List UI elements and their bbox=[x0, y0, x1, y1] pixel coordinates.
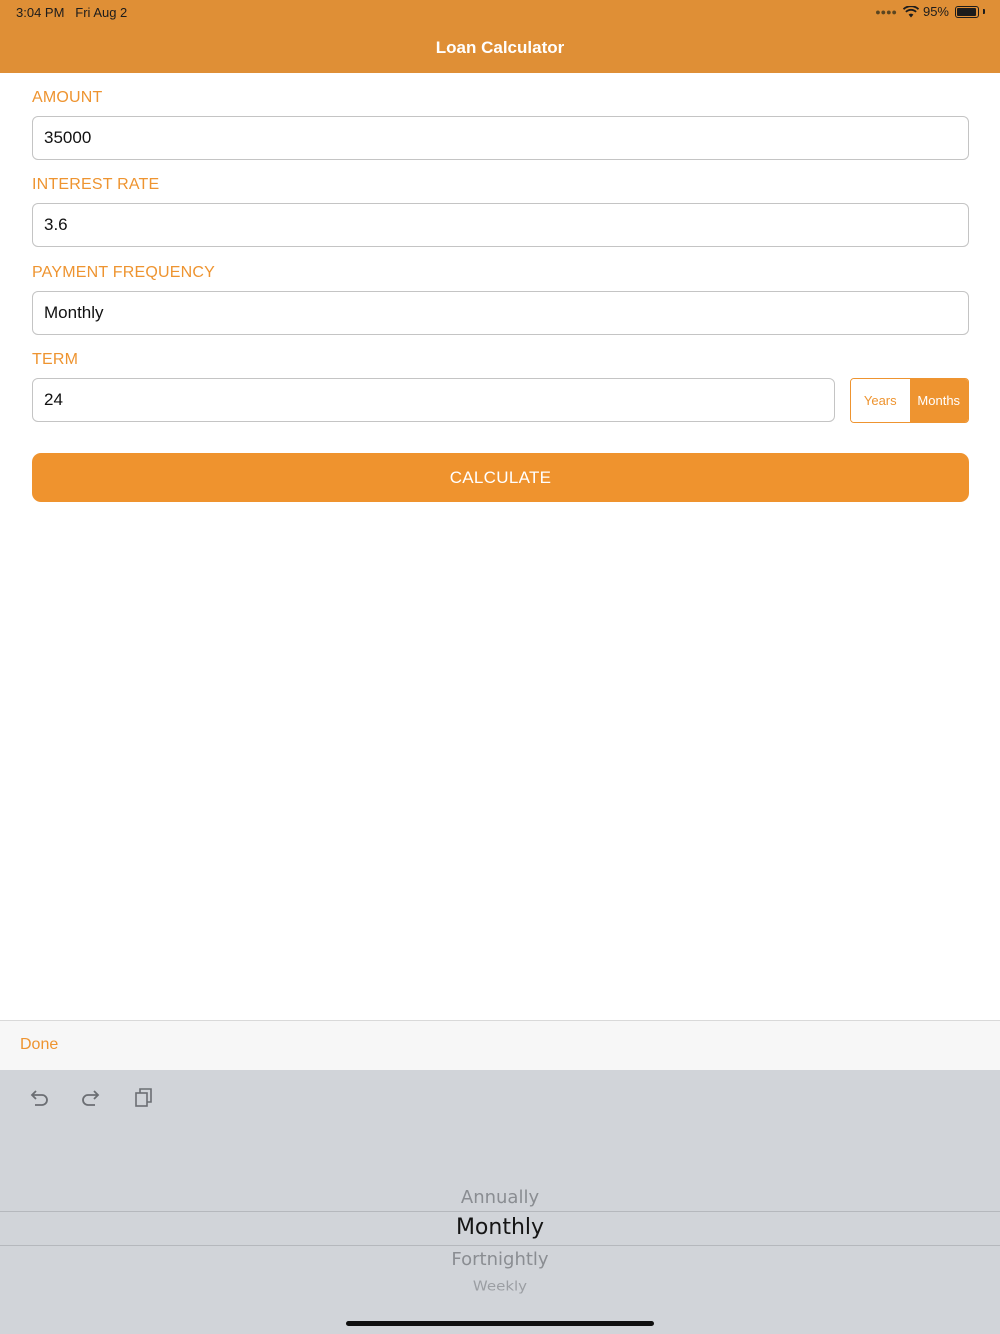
interest-rate-input[interactable]: 3.6 bbox=[32, 203, 969, 247]
wifi-icon bbox=[902, 5, 919, 17]
interest-rate-label: INTEREST RATE bbox=[32, 176, 160, 193]
battery-percent: 95% bbox=[922, 4, 949, 19]
payment-frequency-label: PAYMENT FREQUENCY bbox=[32, 264, 215, 281]
term-input[interactable]: 24 bbox=[32, 378, 835, 422]
amount-label: AMOUNT bbox=[32, 89, 103, 106]
cellular-dots-icon: ●●●● bbox=[875, 6, 897, 17]
calculate-button[interactable]: CALCULATE bbox=[32, 453, 969, 502]
picker-selection-top-line bbox=[0, 1211, 1000, 1212]
done-button[interactable]: Done bbox=[20, 1036, 58, 1054]
picker-item-weekly[interactable]: Weekly bbox=[0, 1278, 1000, 1294]
term-label: TERM bbox=[32, 351, 79, 368]
term-unit-segmented-control: Years Months bbox=[850, 378, 969, 423]
picker-item-fortnightly[interactable]: Fortnightly bbox=[0, 1249, 1000, 1270]
status-time: 3:04 PM Fri Aug 2 bbox=[16, 5, 128, 20]
segment-years[interactable]: Years bbox=[851, 379, 910, 422]
segment-months[interactable]: Months bbox=[909, 379, 968, 422]
battery-cap bbox=[983, 9, 985, 14]
home-indicator bbox=[346, 1321, 654, 1326]
page-title: Loan Calculator bbox=[435, 38, 565, 57]
picker-item-annually[interactable]: Annually bbox=[0, 1187, 1000, 1208]
redo-icon[interactable] bbox=[80, 1086, 102, 1108]
picker-selection-bottom-line bbox=[0, 1245, 1000, 1246]
undo-icon[interactable] bbox=[28, 1086, 50, 1108]
status-date: Fri Aug 2 bbox=[75, 5, 128, 20]
picker-item-monthly[interactable]: Monthly bbox=[0, 1215, 1000, 1240]
amount-input[interactable]: 35000 bbox=[32, 116, 969, 160]
status-indicators: ●●●● 95% bbox=[875, 4, 985, 19]
nav-header: 3:04 PM Fri Aug 2 ●●●● 95% Loan Calculat… bbox=[0, 0, 1000, 73]
paste-icon[interactable] bbox=[133, 1086, 155, 1108]
keyboard-toolbar: Done bbox=[0, 1020, 1000, 1070]
payment-frequency-input[interactable]: Monthly bbox=[32, 291, 969, 335]
battery-icon bbox=[955, 5, 979, 18]
